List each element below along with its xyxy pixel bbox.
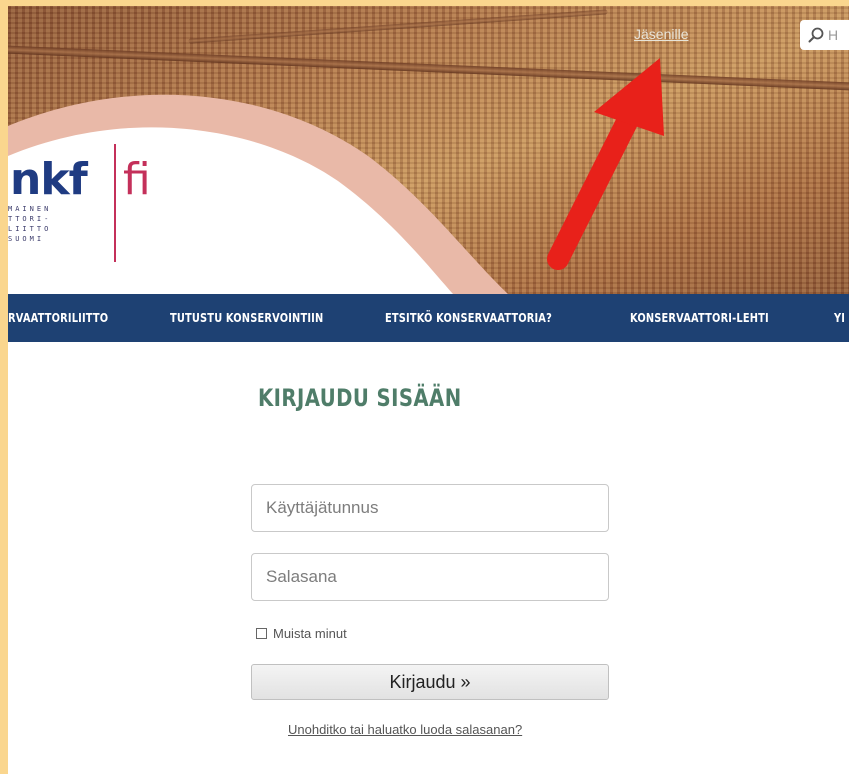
forgot-password-link[interactable]: Unohditko tai haluatko luoda salasanan?	[288, 722, 522, 737]
nav-item-konservaattoriliitto[interactable]: RVAATTORILIITTO	[8, 311, 108, 325]
logo-suffix: fi	[123, 154, 151, 205]
main-nav: RVAATTORILIITTO TUTUSTU KONSERVOINTIIN E…	[8, 294, 849, 342]
logo-divider	[114, 144, 116, 262]
password-input[interactable]	[251, 553, 609, 601]
login-button[interactable]: Kirjaudu »	[251, 664, 609, 700]
logo-tagline-line: TTORI-	[8, 215, 52, 223]
logo-wordmark: nkf	[10, 154, 88, 205]
page-frame: nkf fi MAINEN TTORI- LIITTO SUOMI Jäseni…	[8, 6, 849, 774]
search-icon	[808, 27, 824, 43]
logo-tagline: MAINEN TTORI- LIITTO SUOMI	[8, 204, 114, 244]
nav-item-tutustu-konservointiin[interactable]: TUTUSTU KONSERVOINTIIN	[170, 311, 323, 325]
remember-me-checkbox[interactable]	[256, 628, 267, 639]
red-arrow-annotation	[547, 58, 664, 270]
members-link[interactable]: Jäsenille	[634, 26, 688, 42]
nav-item-konservaattori-lehti[interactable]: KONSERVAATTORI-LEHTI	[630, 311, 769, 325]
remember-me-option[interactable]: Muista minut	[256, 626, 347, 641]
logo-tagline-line: LIITTO	[8, 225, 52, 233]
nav-item-more[interactable]: YI	[834, 311, 845, 325]
logo-tagline-line: SUOMI	[8, 235, 45, 243]
logo-tagline-line: MAINEN	[8, 205, 52, 213]
nav-item-etsitko-konservaattoria[interactable]: ETSITKÖ KONSERVAATTORIA?	[385, 311, 552, 325]
site-logo[interactable]: nkf fi MAINEN TTORI- LIITTO SUOMI	[8, 134, 158, 274]
header-banner: nkf fi MAINEN TTORI- LIITTO SUOMI Jäseni…	[8, 6, 849, 294]
username-input[interactable]	[251, 484, 609, 532]
search-box[interactable]: H	[800, 20, 849, 50]
page-title: KIRJAUDU SISÄÄN	[258, 384, 462, 412]
remember-me-label: Muista minut	[273, 626, 347, 641]
search-placeholder: H	[828, 27, 839, 43]
